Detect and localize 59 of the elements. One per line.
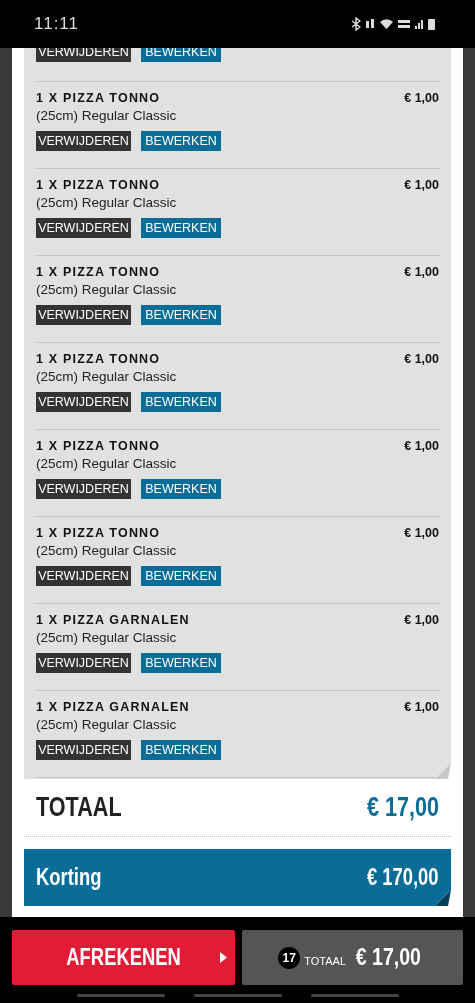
remove-button[interactable]: VERWIJDEREN: [36, 218, 131, 238]
edit-button[interactable]: BEWERKEN: [141, 566, 221, 586]
edit-button[interactable]: BEWERKEN: [141, 218, 221, 238]
remove-button[interactable]: VERWIJDEREN: [36, 740, 131, 760]
item-details: (25cm) Regular Classic: [36, 282, 177, 297]
folded-corner-icon: [435, 890, 451, 906]
edit-button[interactable]: BEWERKEN: [141, 479, 221, 499]
edit-button[interactable]: BEWERKEN: [141, 305, 221, 325]
status-time: 11:11: [34, 14, 80, 34]
remove-button[interactable]: VERWIJDEREN: [36, 653, 131, 673]
discount-label: Korting: [36, 864, 102, 891]
folded-corner-icon: [435, 763, 451, 779]
item-title: 1 X PIZZA TONNO: [36, 526, 161, 540]
item-price: € 1,00: [404, 352, 439, 366]
cart-total-amount: € 17,00: [355, 944, 421, 971]
remove-button[interactable]: VERWIJDEREN: [36, 479, 131, 499]
item-details: (25cm) Regular Classic: [36, 456, 177, 471]
battery-icon: [428, 18, 435, 30]
remove-button[interactable]: VERWIJDEREN: [36, 48, 131, 62]
item-details: (25cm) Regular Classic: [36, 108, 177, 123]
item-title: 1 X PIZZA TONNO: [36, 91, 161, 105]
total-label: TOTAAL: [36, 792, 122, 823]
bluetooth-icon: [351, 17, 361, 31]
edit-button[interactable]: BEWERKEN: [141, 653, 221, 673]
item-price: € 1,00: [404, 265, 439, 279]
discount-amount: € 170,00: [367, 864, 439, 891]
item-title: 1 X PIZZA TONNO: [36, 352, 161, 366]
item-price: € 1,00: [404, 613, 439, 627]
signal-icon: [415, 19, 423, 29]
item-details: (25cm) Regular Classic: [36, 195, 177, 210]
arrow-right-icon: [220, 952, 227, 963]
edit-button[interactable]: BEWERKEN: [141, 392, 221, 412]
cart-total-button[interactable]: 17 TOTAAL € 17,00: [242, 930, 463, 985]
item-count-badge: 17: [278, 946, 301, 969]
item-title: 1 X PIZZA TONNO: [36, 265, 161, 279]
edit-button[interactable]: BEWERKEN: [141, 740, 221, 760]
item-title: 1 X PIZZA GARNALEN: [36, 700, 190, 714]
item-price: € 1,00: [404, 91, 439, 105]
item-price: € 1,00: [404, 526, 439, 540]
remove-button[interactable]: VERWIJDEREN: [36, 566, 131, 586]
edit-button[interactable]: BEWERKEN: [141, 48, 221, 62]
item-title: 1 X PIZZA TONNO: [36, 178, 161, 192]
remove-button[interactable]: VERWIJDEREN: [36, 131, 131, 151]
wifi-icon: [380, 19, 393, 29]
item-price: € 1,00: [404, 439, 439, 453]
item-details: (25cm) Regular Classic: [36, 543, 177, 558]
remove-button[interactable]: VERWIJDEREN: [36, 392, 131, 412]
item-details: (25cm) Regular Classic: [36, 630, 177, 645]
item-title: 1 X PIZZA TONNO: [36, 439, 161, 453]
remove-button[interactable]: VERWIJDEREN: [36, 305, 131, 325]
item-price: € 1,00: [404, 178, 439, 192]
checkout-button[interactable]: AFREKENEN: [12, 930, 235, 985]
cart-total-label: TOTAAL: [304, 954, 346, 967]
edit-button[interactable]: BEWERKEN: [141, 131, 221, 151]
item-price: € 1,00: [404, 700, 439, 714]
item-details: (25cm) Regular Classic: [36, 369, 177, 384]
item-title: 1 X PIZZA GARNALEN: [36, 613, 190, 627]
total-amount: € 17,00: [366, 792, 439, 823]
item-details: (25cm) Regular Classic: [36, 717, 177, 732]
